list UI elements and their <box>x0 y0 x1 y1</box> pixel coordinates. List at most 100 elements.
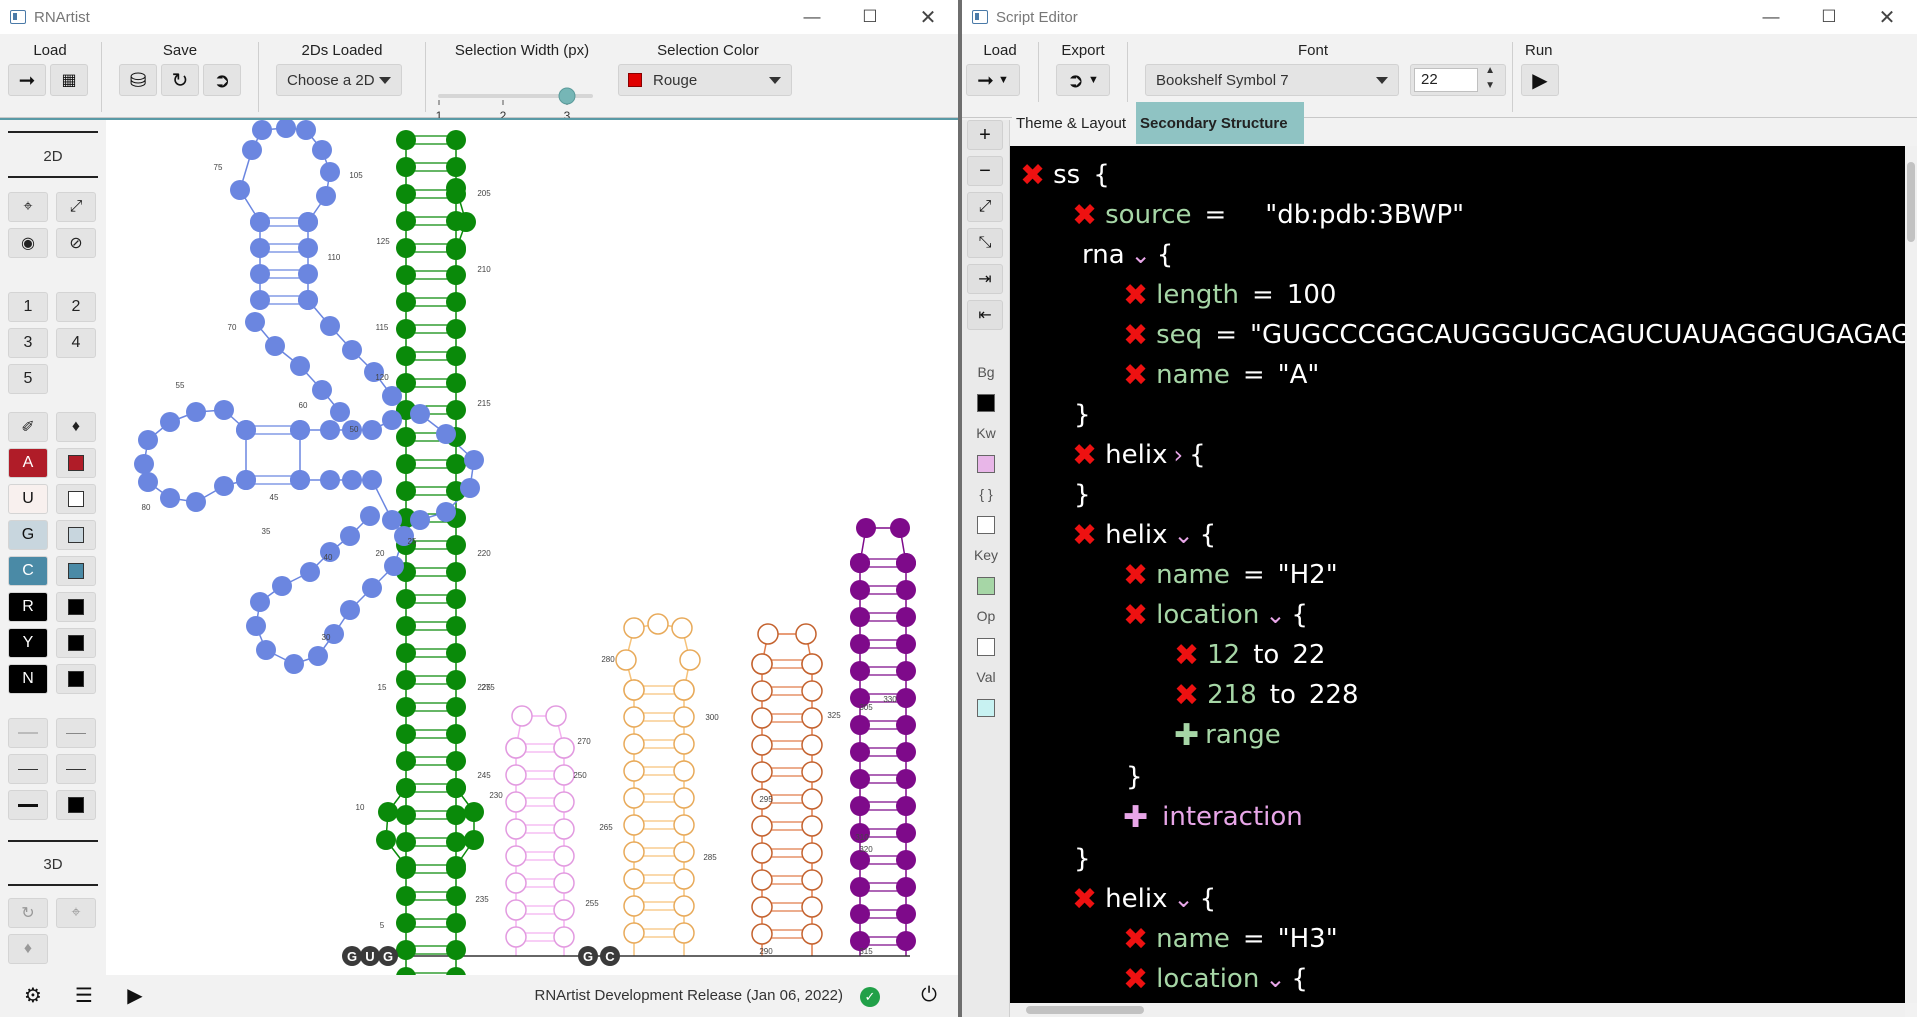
helix-red-nucleotide[interactable] <box>801 896 823 918</box>
loop-blue-nucleotide[interactable] <box>290 356 310 376</box>
helix-purple-nucleotide[interactable] <box>896 877 916 897</box>
loop-orange-nucleotide[interactable] <box>671 617 693 639</box>
helix-green-nucleotide[interactable] <box>396 427 416 447</box>
helix-orange-nucleotide[interactable] <box>673 841 695 863</box>
chevron-down-icon[interactable]: ⌄ <box>1173 521 1193 549</box>
show-button[interactable]: ◉ <box>8 228 48 258</box>
remove-icon[interactable]: ✖ <box>1123 278 1148 313</box>
helix-green-nucleotide[interactable] <box>396 616 416 636</box>
helix-orange-nucleotide[interactable] <box>673 922 695 944</box>
font-size-spinner[interactable]: 22 ▲ ▼ <box>1410 64 1506 96</box>
helix-purple-nucleotide[interactable] <box>850 742 870 762</box>
remove-icon[interactable]: ✖ <box>1123 318 1148 353</box>
helix-green-nucleotide[interactable] <box>396 211 416 231</box>
loop-blue-center-nucleotide[interactable] <box>460 478 480 498</box>
font-family-combo[interactable]: Bookshelf Symbol 7 <box>1145 64 1399 96</box>
remove-icon[interactable]: ✖ <box>1123 598 1148 633</box>
loop-blue-nucleotide[interactable] <box>298 290 318 310</box>
helix-blue-top-nucleotide[interactable] <box>298 264 318 284</box>
helix-pink-nucleotide[interactable] <box>505 926 527 948</box>
helix-red-nucleotide[interactable] <box>801 842 823 864</box>
residue-u-color[interactable] <box>56 484 96 514</box>
helix-orange-nucleotide[interactable] <box>623 868 645 890</box>
loop-blue-left-nucleotide[interactable] <box>214 476 234 496</box>
save-export-button[interactable]: ➲ <box>203 64 241 96</box>
paint-bucket-button[interactable]: ♦ <box>56 412 96 442</box>
residue-a-color[interactable] <box>56 448 96 478</box>
list-button[interactable]: ☰ <box>65 979 103 1011</box>
helix-green-nucleotide[interactable] <box>446 913 466 933</box>
rna-2d-drawing[interactable]: G U G G C7510520512521011070 1151202155560504… <box>106 120 958 975</box>
loop-blue-nucleotide[interactable] <box>312 380 332 400</box>
loop-purple-nucleotide[interactable] <box>890 518 910 538</box>
loop-green-nucleotide[interactable] <box>446 778 466 798</box>
helix-red-nucleotide[interactable] <box>801 869 823 891</box>
zoom-out-button[interactable]: − <box>967 156 1003 186</box>
loop-blue-top-nucleotide[interactable] <box>276 120 296 138</box>
residue-c-color[interactable] <box>56 556 96 586</box>
key-color-swatch[interactable] <box>977 577 995 595</box>
helix-green-nucleotide[interactable] <box>396 319 416 339</box>
loop-blue-left-nucleotide[interactable] <box>160 488 180 508</box>
helix-pink-nucleotide[interactable] <box>553 791 575 813</box>
chevron-down-icon[interactable]: ⌄ <box>1265 601 1285 629</box>
helix-purple-nucleotide[interactable] <box>850 769 870 789</box>
load-grid-button[interactable]: ▦ <box>50 64 88 96</box>
braces-color-swatch[interactable] <box>977 516 995 534</box>
helix-green-nucleotide[interactable] <box>446 535 466 555</box>
loop-blue-left-nucleotide[interactable] <box>214 400 234 420</box>
loop-blue-nucleotide[interactable] <box>320 316 340 336</box>
loop-orange-nucleotide[interactable] <box>623 679 645 701</box>
expand-all-button[interactable]: ⤢ <box>967 192 1003 222</box>
residue-g-button[interactable]: G <box>8 520 48 550</box>
remove-icon[interactable]: ✖ <box>1174 678 1199 713</box>
loop-blue-center-nucleotide[interactable] <box>342 470 362 490</box>
helix-red-nucleotide[interactable] <box>801 815 823 837</box>
loop-green-nucleotide[interactable] <box>396 856 416 876</box>
helix-pink-nucleotide[interactable] <box>505 872 527 894</box>
loop-blue-center-nucleotide[interactable] <box>382 510 402 530</box>
center-view-button[interactable]: ⌖ <box>8 192 48 222</box>
helix-red-nucleotide[interactable] <box>751 761 773 783</box>
loop-green-nucleotide[interactable] <box>446 856 466 876</box>
slider-thumb[interactable] <box>558 87 576 105</box>
loop-blue-top-nucleotide[interactable] <box>298 212 318 232</box>
helix-green-nucleotide[interactable] <box>446 373 466 393</box>
loop-blue-lower-nucleotide[interactable] <box>272 576 292 596</box>
hide-button[interactable]: ⊘ <box>56 228 96 258</box>
close-icon[interactable]: ✕ <box>1858 0 1916 34</box>
helix-green-nucleotide[interactable] <box>396 643 416 663</box>
helix-green-nucleotide[interactable] <box>396 238 416 258</box>
helix-green-nucleotide[interactable] <box>446 157 466 177</box>
helix-pink-nucleotide[interactable] <box>505 764 527 786</box>
helix-purple-nucleotide[interactable] <box>850 580 870 600</box>
helix-orange-nucleotide[interactable] <box>673 814 695 836</box>
loop-green-nucleotide[interactable] <box>464 802 484 822</box>
helix-green-nucleotide[interactable] <box>446 832 466 852</box>
remove-icon[interactable]: ✖ <box>1123 358 1148 393</box>
helix-orange-nucleotide[interactable] <box>623 841 645 863</box>
loop-blue-center-nucleotide[interactable] <box>410 510 430 530</box>
line-style-1-button[interactable] <box>8 718 48 748</box>
close-icon[interactable]: ✕ <box>899 0 957 34</box>
loop-pink-nucleotide[interactable] <box>505 737 527 759</box>
residue-y-color[interactable] <box>56 628 96 658</box>
helix-red-nucleotide[interactable] <box>801 788 823 810</box>
remove-icon[interactable]: ✖ <box>1123 962 1148 997</box>
remove-icon[interactable]: ✖ <box>1072 198 1097 233</box>
residue-y-button[interactable]: Y <box>8 628 48 658</box>
helix-green-nucleotide[interactable] <box>396 157 416 177</box>
helix-green-nucleotide[interactable] <box>446 400 466 420</box>
loop-orange-nucleotide[interactable] <box>647 613 669 635</box>
loop-pink-nucleotide[interactable] <box>511 705 533 727</box>
loop-purple-nucleotide[interactable] <box>896 553 916 573</box>
helix-orange-nucleotide[interactable] <box>673 868 695 890</box>
kw-color-swatch[interactable] <box>977 455 995 473</box>
helix-green-nucleotide[interactable] <box>446 643 466 663</box>
loop-blue-left-nucleotide[interactable] <box>138 472 158 492</box>
helix-purple-nucleotide[interactable] <box>896 823 916 843</box>
loop-blue-center-nucleotide[interactable] <box>362 470 382 490</box>
loop-blue-lower-nucleotide[interactable] <box>284 654 304 674</box>
helix-orange-nucleotide[interactable] <box>623 922 645 944</box>
loop-orange-nucleotide[interactable] <box>673 679 695 701</box>
